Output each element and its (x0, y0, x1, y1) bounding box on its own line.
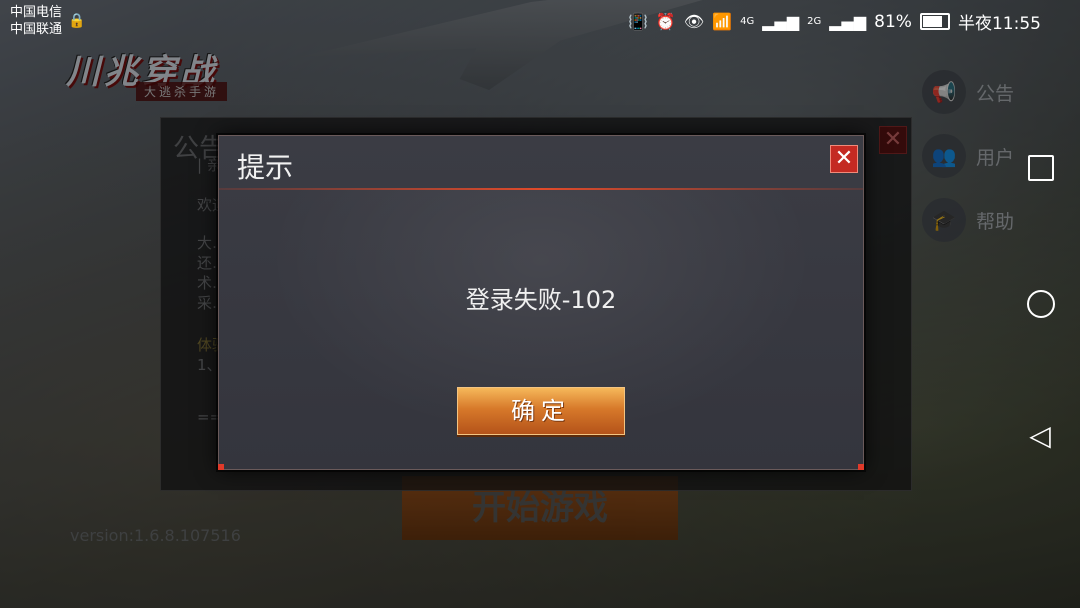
battery-icon (919, 13, 950, 30)
home-icon[interactable] (1027, 290, 1055, 318)
recent-apps-icon[interactable] (1028, 155, 1054, 181)
dialog-close-button[interactable]: ✕ (830, 145, 858, 173)
corner-decoration (858, 464, 864, 470)
signal-icon: ▂▄▆ (762, 12, 800, 31)
eye-icon: 👁 (683, 12, 705, 31)
carrier-2: 中国联通 (10, 22, 63, 37)
alarm-icon: ⏰ (655, 12, 676, 31)
network-label-2: 2G (807, 16, 822, 27)
wifi-icon: 📶 (712, 12, 733, 31)
battery-percent: 81% (874, 11, 912, 32)
status-bar: 中国电信 中国联通 🔒 📳 ⏰ 👁 📶 4G ▂▄▆ 2G ▂▄▆ 81% 半夜… (0, 0, 1041, 40)
alert-dialog: 提示 ✕ 登录失败-102 确定 (218, 135, 864, 470)
confirm-button[interactable]: 确定 (457, 387, 625, 435)
clock: 半夜11:55 (957, 14, 1041, 34)
back-icon[interactable]: ◁ (1026, 422, 1054, 450)
vpn-lock-icon: 🔒 (68, 13, 86, 29)
network-label-1: 4G (740, 16, 755, 27)
dialog-message: 登录失败-102 (465, 286, 617, 314)
status-icons: 📳 ⏰ 👁 📶 4G ▂▄▆ 2G ▂▄▆ 81% 半夜11:55 (628, 9, 1041, 35)
carrier-1: 中国电信 (10, 5, 63, 20)
dialog-title: 提示 (237, 151, 294, 184)
carrier-info: 中国电信 中国联通 (10, 4, 62, 38)
signal-icon: ▂▄▆ (829, 12, 867, 31)
corner-decoration (218, 464, 224, 470)
vibrate-icon: 📳 (628, 12, 648, 31)
